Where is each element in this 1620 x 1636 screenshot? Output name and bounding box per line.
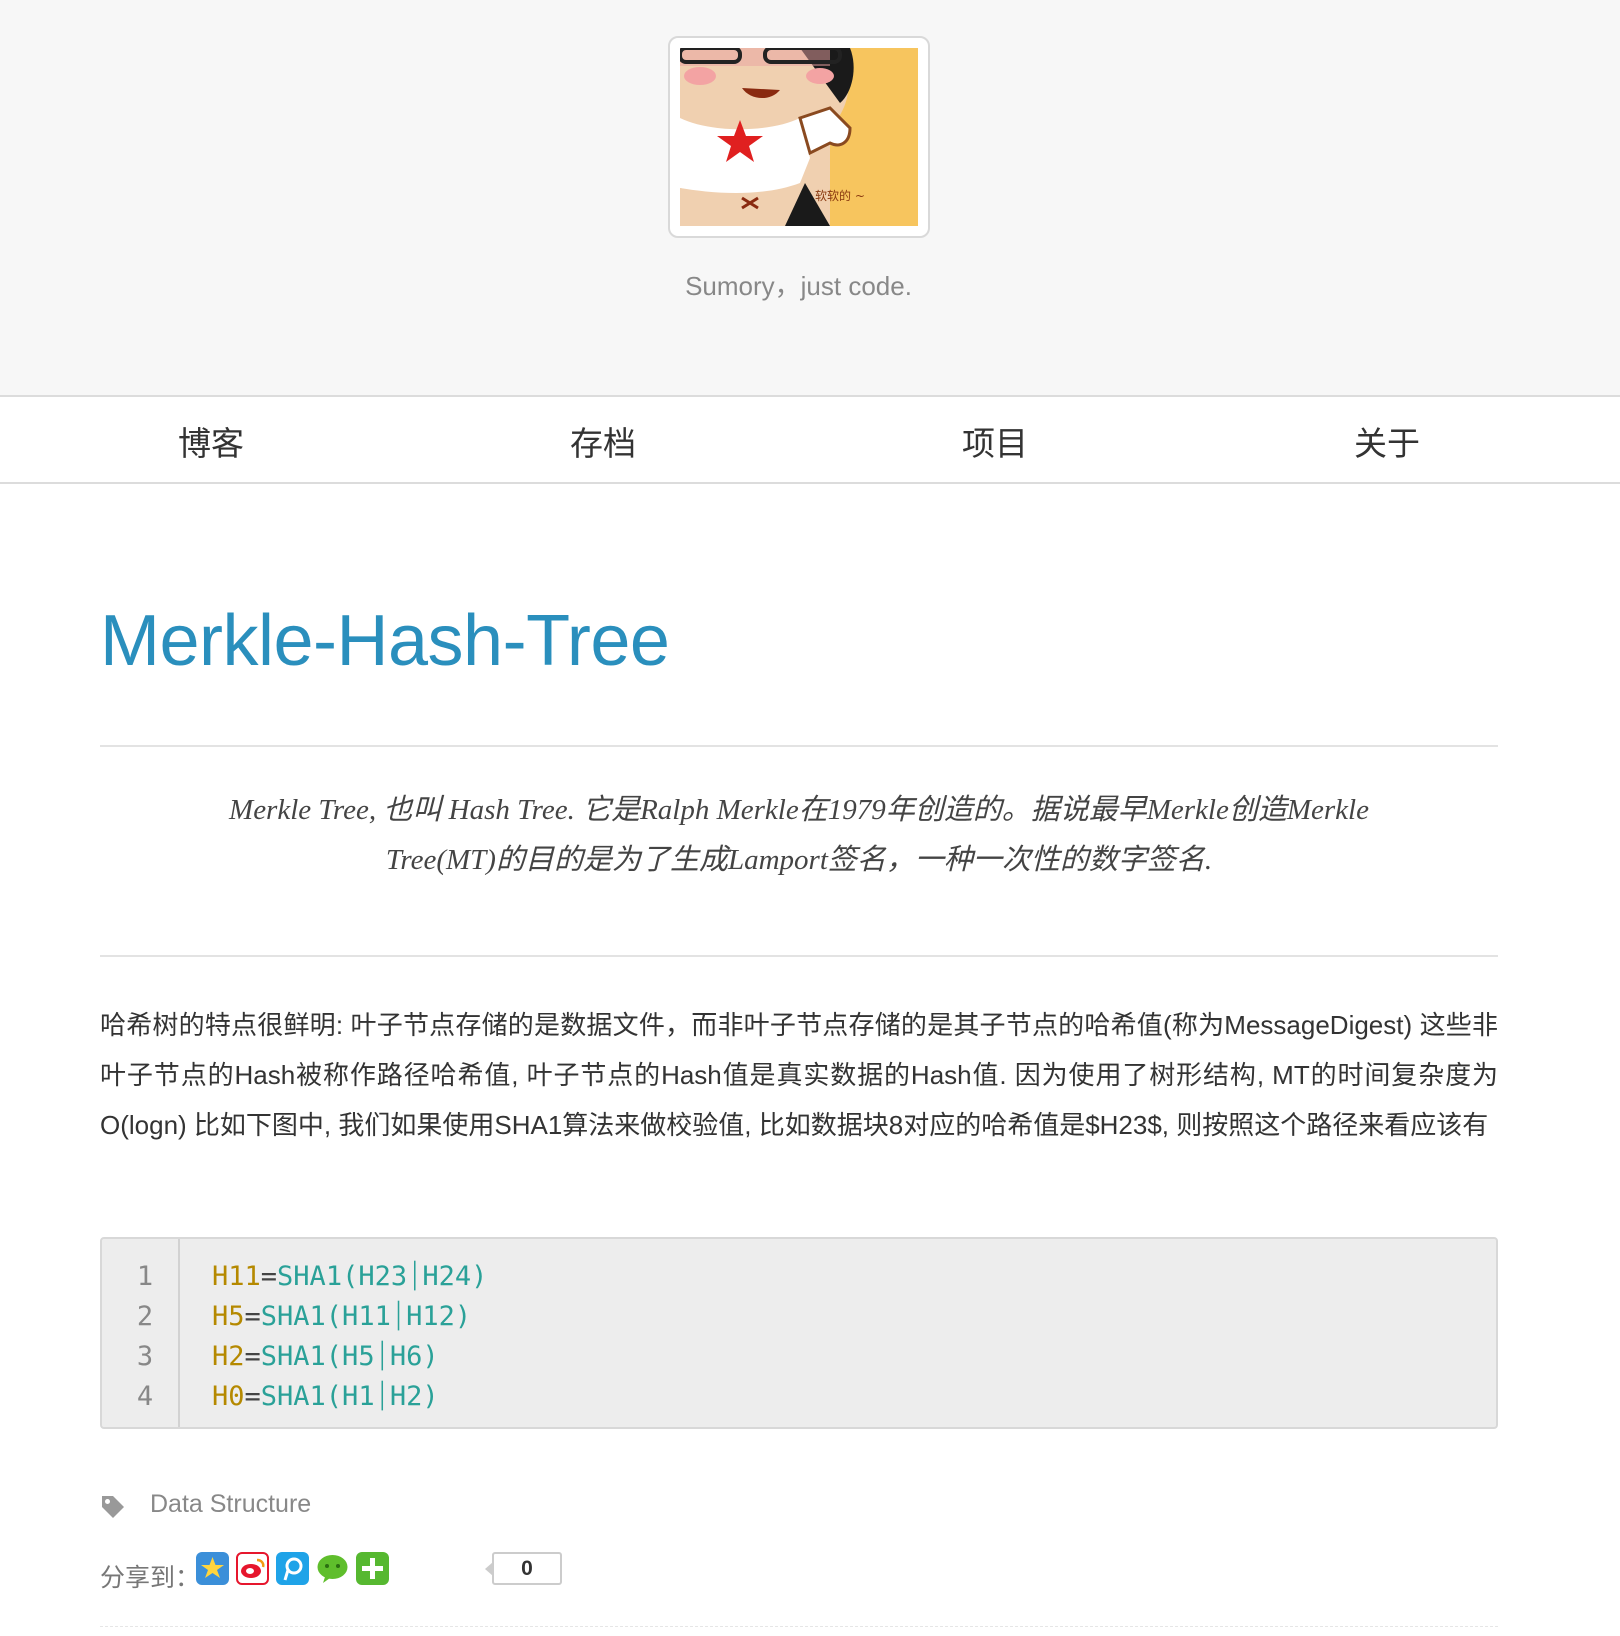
divider [100,955,1498,957]
line-number: 1 [136,1261,154,1292]
share-count-badge: 0 [485,1552,562,1585]
code-token: SHA1(H5⏐H6) [260,1341,439,1372]
code-token: SHA1(H11⏐H12) [260,1301,472,1332]
tencent-weibo-share-icon[interactable] [276,1552,309,1585]
post-title[interactable]: Merkle-Hash-Tree [100,600,670,682]
code-block: 1 H11=SHA1(H23⏐H24) 2 H5=SHA1(H11⏐H12) 3… [100,1237,1498,1429]
post-blockquote: Merkle Tree, 也叫 Hash Tree. 它是Ralph Merkl… [160,785,1438,885]
share-label: 分享到： [100,1564,201,1592]
tag-icon [102,1496,124,1518]
wechat-share-icon[interactable] [316,1552,349,1585]
code-token: H0 [212,1381,245,1412]
site-header: 软软的 ~ Sumory，just code. [0,0,1620,397]
divider [100,745,1498,747]
nav-item-about[interactable]: 关于 [1287,417,1487,465]
avatar[interactable]: 软软的 ~ [668,36,930,238]
code-token: H11 [212,1261,261,1292]
nav-item-blog[interactable]: 博客 [111,417,311,465]
more-share-icon[interactable] [356,1552,389,1585]
code-token: SHA1(H1⏐H2) [260,1381,439,1412]
code-token: = [260,1261,278,1292]
avatar-image: 软软的 ~ [680,48,918,226]
tag-link[interactable]: Data Structure [150,1490,311,1519]
line-number: 3 [136,1341,154,1372]
code-token: H5 [212,1301,245,1332]
code-token: = [244,1341,261,1372]
nav-item-archive[interactable]: 存档 [503,417,703,465]
svg-text:软软的 ~: 软软的 ~ [815,188,865,203]
qzone-share-icon[interactable] [196,1552,229,1585]
code-token: SHA1(H23⏐H24) [277,1261,488,1292]
line-number: 4 [136,1381,154,1412]
weibo-share-icon[interactable] [236,1552,269,1585]
code-token: H2 [212,1341,245,1372]
nav-item-projects[interactable]: 项目 [895,417,1095,465]
code-token: = [244,1301,261,1332]
main-nav: 博客 存档 项目 关于 [0,397,1620,484]
quote-line: Tree(MT)的目的是为了生成Lamport签名，一种一次性的数字签名. [385,844,1213,876]
post-paragraph: 哈希树的特点很鲜明: 叶子节点存储的是数据文件，而非叶子节点存储的是其子节点的哈… [100,1010,1498,1140]
divider [100,1626,1498,1627]
code-token: = [244,1381,261,1412]
quote-line: Merkle Tree, 也叫 Hash Tree. 它是Ralph Merkl… [229,794,1369,826]
line-number: 2 [136,1301,154,1332]
site-tagline: Sumory，just code. [685,271,912,301]
